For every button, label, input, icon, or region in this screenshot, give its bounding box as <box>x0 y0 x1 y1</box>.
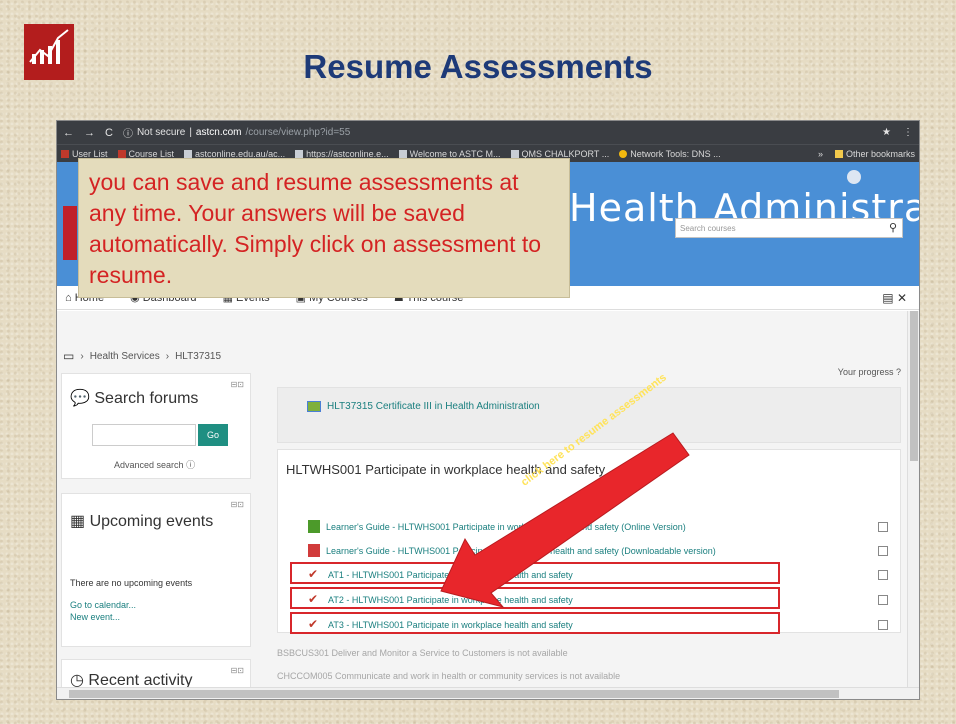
unavailable-section: BSBCUS301 Deliver and Monitor a Service … <box>277 648 568 658</box>
bookmark-course-list[interactable]: Course List <box>117 149 174 159</box>
search-forums-title: 💬 Search forums <box>70 390 199 407</box>
slide-title: Resume Assessments <box>303 48 653 85</box>
address-bar[interactable]: ⓘ Not secure | astcn.com/course/view.php… <box>123 124 882 141</box>
scroll-thumb[interactable] <box>910 311 918 461</box>
comments-icon: 💬 <box>70 390 90 407</box>
completion-checkbox[interactable] <box>878 595 888 605</box>
bookmark-astconline-2[interactable]: https://astconline.e... <box>295 149 389 159</box>
search-icon[interactable]: ⚲ <box>889 221 897 234</box>
page-icon <box>184 149 193 158</box>
instruction-callout: you can save and resume assessments at a… <box>78 158 570 298</box>
book-icon <box>308 520 320 533</box>
go-button[interactable]: Go <box>198 424 228 446</box>
completion-checkbox[interactable] <box>878 570 888 580</box>
upcoming-events-title: ▦ Upcoming events <box>70 513 214 530</box>
activity-learners-guide-download[interactable]: Learner's Guide - HLTWHS001 Participate … <box>308 544 716 557</box>
course-link[interactable]: HLT37315 Certificate III in Health Admin… <box>307 401 540 412</box>
url-host: astcn.com <box>195 127 242 138</box>
page-icon <box>510 149 519 158</box>
search-forums-block: ⊟⊡ 💬 Search forums Go Advanced search ⓘ <box>61 373 251 479</box>
unavailable-section: CHCCOM005 Communicate and work in health… <box>277 671 621 681</box>
browser-toolbar: ← → C ⓘ Not secure | astcn.com/course/vi… <box>57 121 919 144</box>
course-search-input[interactable]: Search courses ⚲ <box>675 218 903 238</box>
info-icon: ⓘ <box>122 129 133 140</box>
completion-checkbox[interactable] <box>878 546 888 556</box>
page-icon <box>398 149 407 158</box>
url-path: /course/view.php?id=55 <box>245 127 351 138</box>
help-icon[interactable]: ? <box>896 367 901 377</box>
horizontal-scrollbar[interactable] <box>57 687 919 699</box>
breadcrumb-health-services[interactable]: Health Services <box>90 351 160 362</box>
course-icon <box>307 401 321 412</box>
completion-checkbox[interactable] <box>878 620 888 630</box>
security-label: Not secure <box>136 127 186 138</box>
other-bookmarks[interactable]: Other bookmarks <box>834 149 915 159</box>
block-controls-icon[interactable]: ⊟⊡ <box>231 500 244 509</box>
page-icon <box>295 149 304 158</box>
activity-at2[interactable]: ✔ AT2 - HLTWHS001 Participate in workplac… <box>308 593 573 606</box>
breadcrumb-course[interactable]: HLT37315 <box>175 351 221 362</box>
home-icon: ⌂ <box>65 291 72 304</box>
user-avatar[interactable] <box>847 170 861 184</box>
new-event-link[interactable]: New event... <box>70 612 120 622</box>
network-icon <box>619 149 628 158</box>
help-icon: ⓘ <box>186 460 196 470</box>
quiz-icon: ✔ <box>308 592 319 606</box>
no-events-text: There are no upcoming events <box>70 578 193 588</box>
block-controls-icon[interactable]: ⊟⊡ <box>231 380 244 389</box>
completion-checkbox[interactable] <box>878 522 888 532</box>
menu-icon[interactable]: ⋮ <box>903 127 913 138</box>
vertical-scrollbar[interactable] <box>907 311 919 689</box>
page-content: ▭ › Health Services › HLT37315 ⊟⊡ 💬 Sear… <box>57 311 909 699</box>
scroll-thumb[interactable] <box>69 690 839 698</box>
more-bookmarks-icon[interactable]: » <box>818 149 823 159</box>
site-logo <box>63 206 77 260</box>
quiz-icon: ✔ <box>308 567 319 581</box>
folder-icon: ▭ <box>63 349 75 363</box>
course-section: HLTWHS001 Participate in workplace healt… <box>277 449 901 634</box>
folder-icon <box>834 149 843 158</box>
breadcrumb: ▭ › Health Services › HLT37315 <box>63 349 222 363</box>
course-main: Your progress ? HLT37315 Certificate III… <box>277 361 905 689</box>
activity-at1[interactable]: ✔ AT1 - HLTWHS001 Participate in workplac… <box>308 568 573 581</box>
activity-at3[interactable]: ✔ AT3 - HLTWHS001 Participate in workplac… <box>308 618 573 631</box>
calendar-icon: ▦ <box>70 513 86 530</box>
bookmark-welcome[interactable]: Welcome to ASTC M... <box>398 149 501 159</box>
advanced-search-link[interactable]: Advanced search ⓘ <box>114 458 195 471</box>
back-icon[interactable]: ← <box>63 127 74 139</box>
reload-icon[interactable]: C <box>105 127 113 139</box>
bookmark-icon <box>117 149 126 158</box>
pdf-icon <box>308 544 320 557</box>
bookmark-icon <box>61 149 69 158</box>
forum-search-input[interactable] <box>92 424 196 446</box>
dock-block-icon[interactable]: ▤ ✕ <box>882 291 907 305</box>
block-controls-icon[interactable]: ⊟⊡ <box>231 666 244 675</box>
bookmark-astconline[interactable]: astconline.edu.au/ac... <box>184 149 285 159</box>
activity-learners-guide-online[interactable]: Learner's Guide - HLTWHS001 Participate … <box>308 520 686 533</box>
star-icon[interactable]: ★ <box>882 127 891 138</box>
quiz-icon: ✔ <box>308 617 319 631</box>
bookmark-network-tools[interactable]: Network Tools: DNS ... <box>619 149 721 159</box>
upcoming-events-block: ⊟⊡ ▦ Upcoming events There are no upcomi… <box>61 493 251 647</box>
bookmark-qms[interactable]: QMS CHALKPORT ... <box>510 149 609 159</box>
forward-icon[interactable]: → <box>84 127 95 139</box>
go-to-calendar-link[interactable]: Go to calendar... <box>70 600 136 610</box>
your-progress: Your progress ? <box>837 367 901 377</box>
bookmark-user-list[interactable]: User List <box>61 149 108 159</box>
